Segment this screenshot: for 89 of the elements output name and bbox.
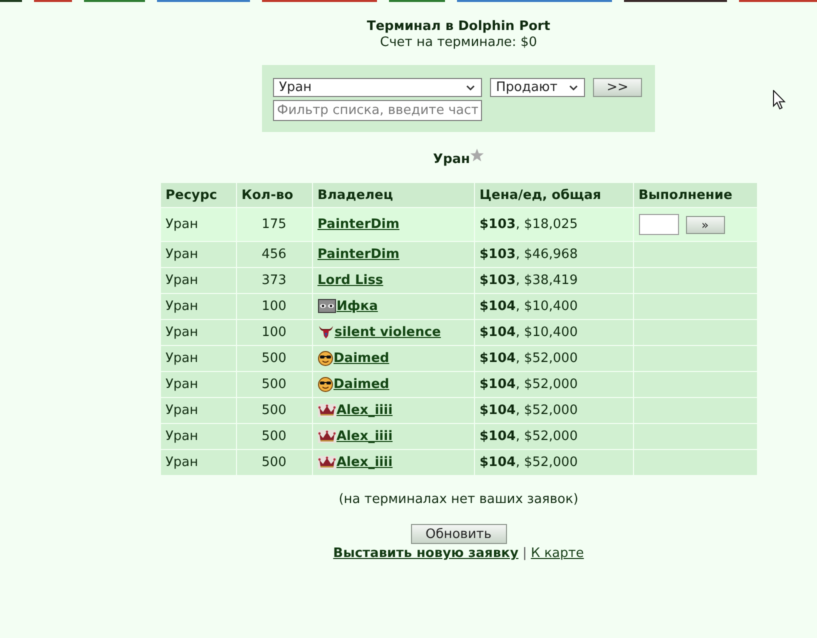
table-row[interactable]: Уран 456 PainterDim $103, $46,968 bbox=[160, 242, 756, 267]
quantity-cell-text: 100 bbox=[260, 298, 288, 316]
table-row[interactable]: Уран 100 Ифка $104, $10,400 bbox=[160, 294, 756, 319]
cut-off-link[interactable] bbox=[84, 0, 145, 2]
resource-cell-text: Уран bbox=[164, 402, 200, 420]
eyes-icon bbox=[318, 299, 336, 314]
price-cell-text: $104, $52,000 bbox=[478, 454, 579, 472]
star-icon[interactable] bbox=[470, 148, 484, 162]
cut-off-link[interactable] bbox=[739, 0, 817, 2]
mouse-pointer-icon bbox=[773, 90, 786, 110]
owner-link[interactable]: Alex_iiii bbox=[336, 402, 393, 418]
quantity-cell-text: 100 bbox=[260, 324, 288, 342]
crown-icon bbox=[318, 404, 336, 417]
terminal-title: Терминал в Dolphin Port bbox=[366, 19, 550, 35]
quantity-cell-text: 500 bbox=[260, 428, 288, 446]
column-header: Цена/ед, общая bbox=[474, 183, 632, 207]
quantity-cell-text: 373 bbox=[260, 272, 288, 290]
price-cell-text: $103, $18,025 bbox=[478, 216, 579, 234]
cut-off-link[interactable] bbox=[262, 0, 377, 2]
no-orders-note: (на терминалах нет ваших заявок) bbox=[338, 492, 578, 508]
cut-off-link[interactable] bbox=[0, 0, 22, 2]
owner-link[interactable]: silent violence bbox=[334, 324, 441, 340]
resource-cell-text: Уран bbox=[164, 298, 200, 316]
new-order-link[interactable]: Выставить новую заявку bbox=[333, 546, 518, 562]
quantity-cell-text: 456 bbox=[260, 246, 288, 264]
resource-cell-text: Уран bbox=[164, 246, 200, 264]
resource-cell-text: Уран bbox=[164, 324, 200, 342]
price-cell-text: $104, $10,400 bbox=[478, 298, 579, 316]
crown-icon bbox=[318, 456, 336, 469]
quantity-cell-text: 500 bbox=[260, 376, 288, 394]
link-separator: | bbox=[522, 546, 527, 562]
bull-head-icon bbox=[318, 325, 334, 340]
crown-icon bbox=[318, 430, 336, 443]
owner-link[interactable]: PainterDim bbox=[318, 216, 400, 232]
table-row[interactable]: Уран 100 silent violence $104, $10,400 bbox=[160, 320, 756, 345]
cut-off-link[interactable] bbox=[457, 0, 612, 2]
table-row[interactable]: Уран 373 Lord Liss $103, $38,419 bbox=[160, 268, 756, 293]
owner-link[interactable]: Ифка bbox=[336, 298, 378, 314]
sunglasses-smiley-icon bbox=[318, 376, 332, 392]
owner-link[interactable]: Alex_iiii bbox=[336, 454, 393, 470]
price-cell-text: $104, $52,000 bbox=[478, 350, 579, 368]
mode-select[interactable]: Продают bbox=[490, 78, 585, 97]
chevron-icon bbox=[466, 84, 475, 90]
table-row[interactable]: Уран 500 Daimed $104, $52,000 bbox=[160, 372, 756, 397]
price-cell-text: $103, $46,968 bbox=[478, 246, 579, 264]
owner-link[interactable]: Daimed bbox=[334, 350, 390, 366]
owner-link[interactable]: PainterDim bbox=[318, 246, 400, 262]
filter-field[interactable]: Фильтр списка, введите част bbox=[273, 100, 482, 121]
account-balance: Счет на терминале: $0 bbox=[380, 35, 537, 51]
resource-cell-text: Уран bbox=[164, 216, 200, 234]
table-row[interactable]: Уран 500 Alex_iiii $104, $52,000 bbox=[160, 450, 756, 475]
resource-cell-text: Уран bbox=[164, 428, 200, 446]
quantity-cell-text: 500 bbox=[260, 454, 288, 472]
price-cell-text: $103, $38,419 bbox=[478, 272, 579, 290]
column-header: Владелец bbox=[312, 183, 474, 207]
resource-cell-text: Уран bbox=[164, 376, 200, 394]
execute-button[interactable]: » bbox=[686, 216, 724, 234]
go-button[interactable]: >> bbox=[593, 78, 642, 97]
resource-select[interactable]: Уран bbox=[273, 78, 482, 97]
resource-cell-text: Уран bbox=[164, 454, 200, 472]
table-row[interactable]: Уран 500 Alex_iiii $104, $52,000 bbox=[160, 398, 756, 423]
column-header: Кол-во bbox=[236, 183, 312, 207]
refresh-button[interactable]: Обновить bbox=[410, 524, 506, 544]
cut-off-link[interactable] bbox=[157, 0, 250, 2]
quantity-cell-text: 500 bbox=[260, 402, 288, 420]
column-header: Ресурс bbox=[160, 183, 236, 207]
resource-heading: Уран bbox=[432, 152, 470, 167]
quantity-cell-text: 175 bbox=[260, 216, 288, 234]
chevron-icon bbox=[569, 84, 578, 90]
map-link[interactable]: К карте bbox=[530, 546, 584, 562]
resource-cell-text: Уран bbox=[164, 350, 200, 368]
column-header: Выполнение bbox=[634, 183, 756, 207]
quantity-cell-text: 500 bbox=[260, 350, 288, 368]
price-cell-text: $104, $52,000 bbox=[478, 428, 579, 446]
owner-link[interactable]: Lord Liss bbox=[318, 272, 384, 288]
sunglasses-smiley-icon bbox=[318, 350, 332, 366]
price-cell-text: $104, $10,400 bbox=[478, 324, 579, 342]
table-row[interactable]: Уран 500 Alex_iiii $104, $52,000 bbox=[160, 424, 756, 449]
cut-off-link[interactable] bbox=[34, 0, 72, 2]
cut-off-link[interactable] bbox=[389, 0, 445, 2]
quantity-field[interactable] bbox=[638, 214, 678, 235]
cut-off-link[interactable] bbox=[624, 0, 727, 2]
owner-link[interactable]: Alex_iiii bbox=[336, 428, 393, 444]
price-cell-text: $104, $52,000 bbox=[478, 376, 579, 394]
table-row[interactable]: Уран 500 Daimed $104, $52,000 bbox=[160, 346, 756, 371]
resource-cell-text: Уран bbox=[164, 272, 200, 290]
price-cell-text: $104, $52,000 bbox=[478, 402, 579, 420]
table-row[interactable]: Уран 175 PainterDim $103, $18,025 » bbox=[160, 208, 756, 241]
owner-link[interactable]: Daimed bbox=[334, 376, 390, 392]
